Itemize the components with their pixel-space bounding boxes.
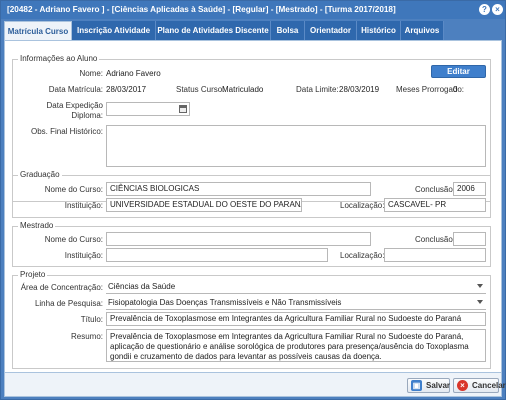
linha-label: Linha de Pesquisa:: [34, 299, 103, 308]
tab-orientador[interactable]: Orientador: [305, 21, 357, 40]
dialog-window: [20482 - Adriano Favero ] - [Ciências Ap…: [0, 0, 506, 400]
data-expedicao-input[interactable]: [106, 102, 190, 116]
tab-arquivos[interactable]: Arquivos: [401, 21, 444, 40]
linha-select-value: Fisiopatologia Das Doenças Transmissívei…: [108, 298, 342, 307]
chevron-down-icon: [477, 284, 483, 288]
aluno-legend: Informações ao Aluno: [18, 54, 100, 63]
status-value: Matriculado: [222, 85, 264, 94]
nome-value: Adriano Favero: [106, 69, 161, 78]
data-limite-label: Data Limite:: [296, 85, 339, 94]
graduacao-legend: Graduação: [18, 170, 62, 179]
status-label: Status Curso:: [176, 85, 225, 94]
mestrado-legend: Mestrado: [18, 221, 56, 230]
mest-conclusao-input[interactable]: [453, 232, 486, 246]
tab-inscricao-atividade[interactable]: Inscrição Atividade: [72, 21, 156, 40]
grad-instituicao-label: Instituição:: [64, 201, 103, 210]
grad-localizacao-input[interactable]: CASCAVEL- PR: [384, 198, 486, 212]
save-button[interactable]: ▣ Salvar: [407, 378, 450, 393]
edit-button[interactable]: Editar: [431, 65, 486, 78]
footer-bar: ▣ Salvar × Cancelar: [4, 373, 506, 397]
data-expedicao-label: Data Expedição: [46, 101, 103, 110]
obs-textarea[interactable]: [106, 125, 486, 167]
resumo-textarea[interactable]: Prevalência de Toxoplasmose em Integrant…: [106, 329, 486, 362]
tab-content: Informações ao Aluno Nome: Adriano Faver…: [4, 40, 502, 373]
area-select-value: Ciências da Saúde: [108, 282, 176, 291]
tab-historico[interactable]: Histórico: [357, 21, 401, 40]
help-icon[interactable]: ?: [479, 4, 490, 15]
diploma-label: Diploma:: [71, 111, 103, 120]
title-bar[interactable]: [20482 - Adriano Favero ] - [Ciências Ap…: [1, 1, 505, 19]
titulo-label: Título:: [80, 315, 103, 324]
save-icon: ▣: [411, 380, 422, 391]
resumo-label: Resumo:: [70, 332, 103, 341]
mest-instituicao-label: Instituição:: [64, 251, 103, 260]
cancel-label: Cancelar: [472, 381, 506, 390]
mest-localizacao-input[interactable]: [384, 248, 486, 262]
save-label: Salvar: [426, 381, 451, 390]
linha-select[interactable]: Fisiopatologia Das Doenças Transmissívei…: [106, 296, 486, 310]
area-label: Área de Concentração:: [20, 283, 103, 292]
mest-instituicao-input[interactable]: [106, 248, 328, 262]
tab-matricula-curso[interactable]: Matrícula Curso: [4, 21, 72, 41]
mest-nome-curso-label: Nome do Curso:: [44, 235, 103, 244]
projeto-section: Projeto Área de Concentração: Ciências d…: [12, 270, 491, 369]
window-title: [20482 - Adriano Favero ] - [Ciências Ap…: [7, 5, 396, 14]
obs-label: Obs. Final Histórico:: [30, 127, 103, 136]
nome-label: Nome:: [79, 69, 103, 78]
mest-localizacao-label: Localização:: [340, 251, 385, 260]
mestrado-section: Mestrado Nome do Curso: Conclusão: Insti…: [12, 221, 491, 267]
mest-nome-curso-input[interactable]: [106, 232, 371, 246]
titulo-input[interactable]: Prevalência de Toxoplasmose em Integrant…: [106, 312, 486, 326]
close-icon[interactable]: ×: [492, 4, 503, 15]
chevron-down-icon: [477, 300, 483, 304]
grad-conclusao-input[interactable]: 2006: [453, 182, 486, 196]
grad-nome-curso-input[interactable]: CIÊNCIAS BIOLOGICAS: [106, 182, 371, 196]
cancel-button[interactable]: × Cancelar: [453, 378, 506, 393]
tab-bolsa[interactable]: Bolsa: [271, 21, 305, 40]
grad-localizacao-label: Localização:: [340, 201, 385, 210]
data-matricula-label: Data Matrícula:: [48, 85, 103, 94]
area-select[interactable]: Ciências da Saúde: [106, 280, 486, 294]
cancel-icon: ×: [457, 380, 468, 391]
calendar-icon[interactable]: [179, 105, 187, 113]
tab-plano-atividades[interactable]: Plano de Atividades Discente: [156, 21, 271, 40]
grad-instituicao-input[interactable]: UNIVERSIDADE ESTADUAL DO OESTE DO PARANA…: [106, 198, 302, 212]
data-matricula-value: 28/03/2017: [106, 85, 147, 94]
projeto-legend: Projeto: [18, 270, 48, 279]
data-limite-value: 28/03/2019: [339, 85, 380, 94]
grad-conclusao-label: Conclusão:: [415, 185, 456, 194]
mest-conclusao-label: Conclusão:: [415, 235, 456, 244]
tab-bar: Matrícula Curso Inscrição Atividade Plan…: [4, 21, 502, 41]
grad-nome-curso-label: Nome do Curso:: [44, 185, 103, 194]
meses-value: 0: [453, 85, 458, 94]
graduacao-section: Graduação Nome do Curso: CIÊNCIAS BIOLOG…: [12, 170, 491, 218]
